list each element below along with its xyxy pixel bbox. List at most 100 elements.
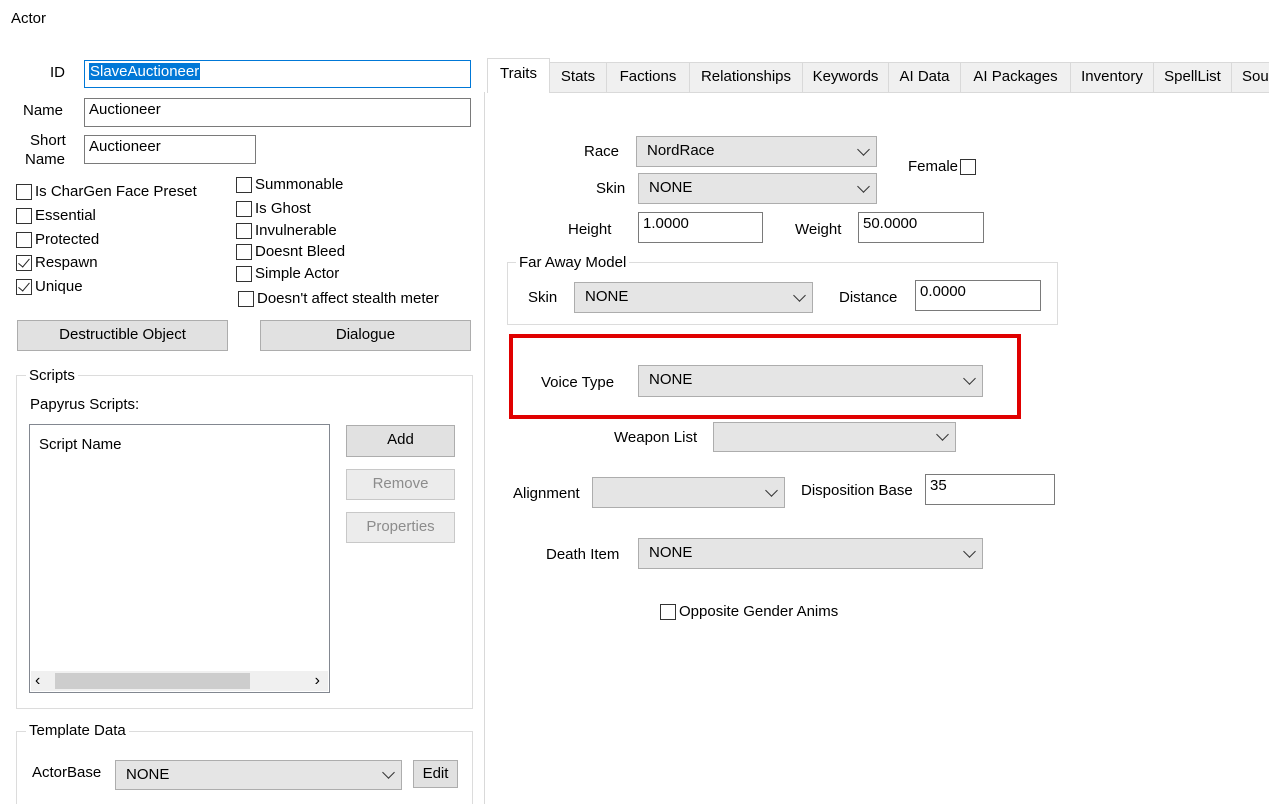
checkbox-box[interactable] <box>236 200 252 217</box>
add-script-button[interactable]: Add <box>346 425 455 457</box>
race-label: Race <box>584 143 620 160</box>
tab-stats[interactable]: Stats <box>549 62 607 92</box>
horizontal-scrollbar[interactable]: ‹ › <box>31 671 328 691</box>
checkbox-label: Essential <box>35 207 96 224</box>
checkbox-box[interactable] <box>238 290 254 307</box>
female-label: Female <box>908 158 959 175</box>
checkbox-label: Summonable <box>255 176 344 193</box>
alignment-dropdown[interactable] <box>592 477 785 508</box>
scroll-right-icon[interactable]: › <box>315 672 320 690</box>
checkbox-chargen-face-preset[interactable]: Is CharGen Face Preset <box>16 183 197 200</box>
checkbox-simple-actor[interactable]: Simple Actor <box>236 265 339 282</box>
checkbox-label: Is Ghost <box>255 200 311 217</box>
checkbox-label: Invulnerable <box>255 222 337 239</box>
checkbox-box[interactable] <box>236 176 252 193</box>
chevron-down-icon <box>936 428 949 441</box>
checkbox-box[interactable] <box>236 243 252 260</box>
chevron-down-icon <box>963 544 976 558</box>
checkbox-box[interactable] <box>16 207 32 224</box>
death-item-label: Death Item <box>546 546 620 563</box>
tab-bar: Traits Stats Factions Relationships Keyw… <box>487 58 1269 93</box>
death-item-value: NONE <box>649 544 693 561</box>
window-title: Actor <box>11 10 47 27</box>
voice-type-dropdown[interactable]: NONE <box>638 365 983 397</box>
far-away-skin-dropdown[interactable]: NONE <box>574 282 813 313</box>
checkbox-summonable[interactable]: Summonable <box>236 176 343 193</box>
checkbox-invulnerable[interactable]: Invulnerable <box>236 222 337 239</box>
edit-template-button[interactable]: Edit <box>413 760 458 788</box>
death-item-dropdown[interactable]: NONE <box>638 538 983 569</box>
chevron-down-icon <box>963 372 976 385</box>
template-data-group-title: Template Data <box>26 722 129 740</box>
destructible-object-button[interactable]: Destructible Object <box>17 320 228 351</box>
tab-ai-data[interactable]: AI Data <box>888 62 961 92</box>
tab-keywords[interactable]: Keywords <box>802 62 889 92</box>
id-label: ID <box>50 64 65 81</box>
dialogue-button[interactable]: Dialogue <box>260 320 471 351</box>
checkbox-protected[interactable]: Protected <box>16 231 99 248</box>
scripts-list[interactable]: Script Name ‹ › <box>29 424 330 693</box>
tab-panel-border <box>484 92 485 804</box>
opposite-gender-anims-checkbox-row[interactable]: Opposite Gender Anims <box>660 603 838 620</box>
tab-sounds[interactable]: Sou <box>1231 62 1269 92</box>
tab-relationships[interactable]: Relationships <box>689 62 803 92</box>
checkbox-label: Simple Actor <box>255 265 340 282</box>
tab-ai-packages[interactable]: AI Packages <box>960 62 1071 92</box>
checkbox-label: Doesn't affect stealth meter <box>257 290 439 307</box>
short-name-input[interactable]: Auctioneer <box>84 135 256 164</box>
remove-script-button[interactable]: Remove <box>346 469 455 500</box>
female-checkbox-row[interactable]: Female <box>908 158 979 175</box>
checkbox-box[interactable] <box>236 222 252 239</box>
far-away-skin-value: NONE <box>585 288 629 305</box>
checkbox-respawn[interactable]: Respawn <box>16 254 98 271</box>
scroll-left-icon[interactable]: ‹ <box>35 672 40 690</box>
skin-value: NONE <box>649 179 693 196</box>
weapon-list-dropdown[interactable] <box>713 422 956 452</box>
script-name-column-header[interactable]: Script Name <box>39 436 122 453</box>
female-checkbox[interactable] <box>960 158 977 175</box>
checkbox-box-checked[interactable] <box>16 278 32 295</box>
checkbox-box[interactable] <box>16 231 32 248</box>
checkbox-stealth-meter[interactable]: Doesn't affect stealth meter <box>238 290 439 307</box>
checkbox-label: Doesnt Bleed <box>255 243 346 260</box>
opposite-gender-anims-label: Opposite Gender Anims <box>679 603 839 620</box>
properties-script-button[interactable]: Properties <box>346 512 455 543</box>
tab-inventory[interactable]: Inventory <box>1070 62 1154 92</box>
distance-input[interactable]: 0.0000 <box>915 280 1041 311</box>
height-label: Height <box>568 221 612 238</box>
height-input[interactable]: 1.0000 <box>638 212 763 243</box>
papyrus-scripts-label: Papyrus Scripts: <box>30 396 140 413</box>
weight-input[interactable]: 50.0000 <box>858 212 984 243</box>
checkbox-is-ghost[interactable]: Is Ghost <box>236 200 311 217</box>
chevron-down-icon <box>382 766 395 779</box>
checkbox-essential[interactable]: Essential <box>16 207 96 224</box>
actorbase-dropdown[interactable]: NONE <box>115 760 402 790</box>
checkbox-label: Protected <box>35 231 100 248</box>
checkbox-box-checked[interactable] <box>16 254 32 271</box>
checkbox-label: Is CharGen Face Preset <box>35 183 197 200</box>
tab-spelllist[interactable]: SpellList <box>1153 62 1232 92</box>
disposition-base-input[interactable]: 35 <box>925 474 1055 505</box>
id-input[interactable]: SlaveAuctioneer <box>84 60 471 88</box>
skin-label: Skin <box>596 180 626 197</box>
checkbox-box[interactable] <box>16 183 32 200</box>
far-away-model-title: Far Away Model <box>516 254 630 272</box>
short-name-label-line2: Name <box>25 151 66 168</box>
opposite-gender-anims-checkbox[interactable] <box>660 603 676 620</box>
chevron-down-icon <box>793 288 806 302</box>
checkbox-doesnt-bleed[interactable]: Doesnt Bleed <box>236 243 345 260</box>
race-value: NordRace <box>647 142 715 159</box>
scripts-group-title: Scripts <box>26 367 78 385</box>
chevron-down-icon <box>857 179 870 193</box>
skin-dropdown[interactable]: NONE <box>638 173 877 204</box>
tab-traits[interactable]: Traits <box>487 58 550 93</box>
tab-factions[interactable]: Factions <box>606 62 690 92</box>
race-dropdown[interactable]: NordRace <box>636 136 877 167</box>
id-input-value: SlaveAuctioneer <box>89 63 201 80</box>
name-input[interactable]: Auctioneer <box>84 98 471 127</box>
short-name-label-line1: Short <box>30 132 66 149</box>
checkbox-unique[interactable]: Unique <box>16 278 83 295</box>
name-label: Name <box>23 102 64 119</box>
checkbox-box[interactable] <box>236 265 252 282</box>
scrollbar-thumb[interactable] <box>55 673 250 689</box>
